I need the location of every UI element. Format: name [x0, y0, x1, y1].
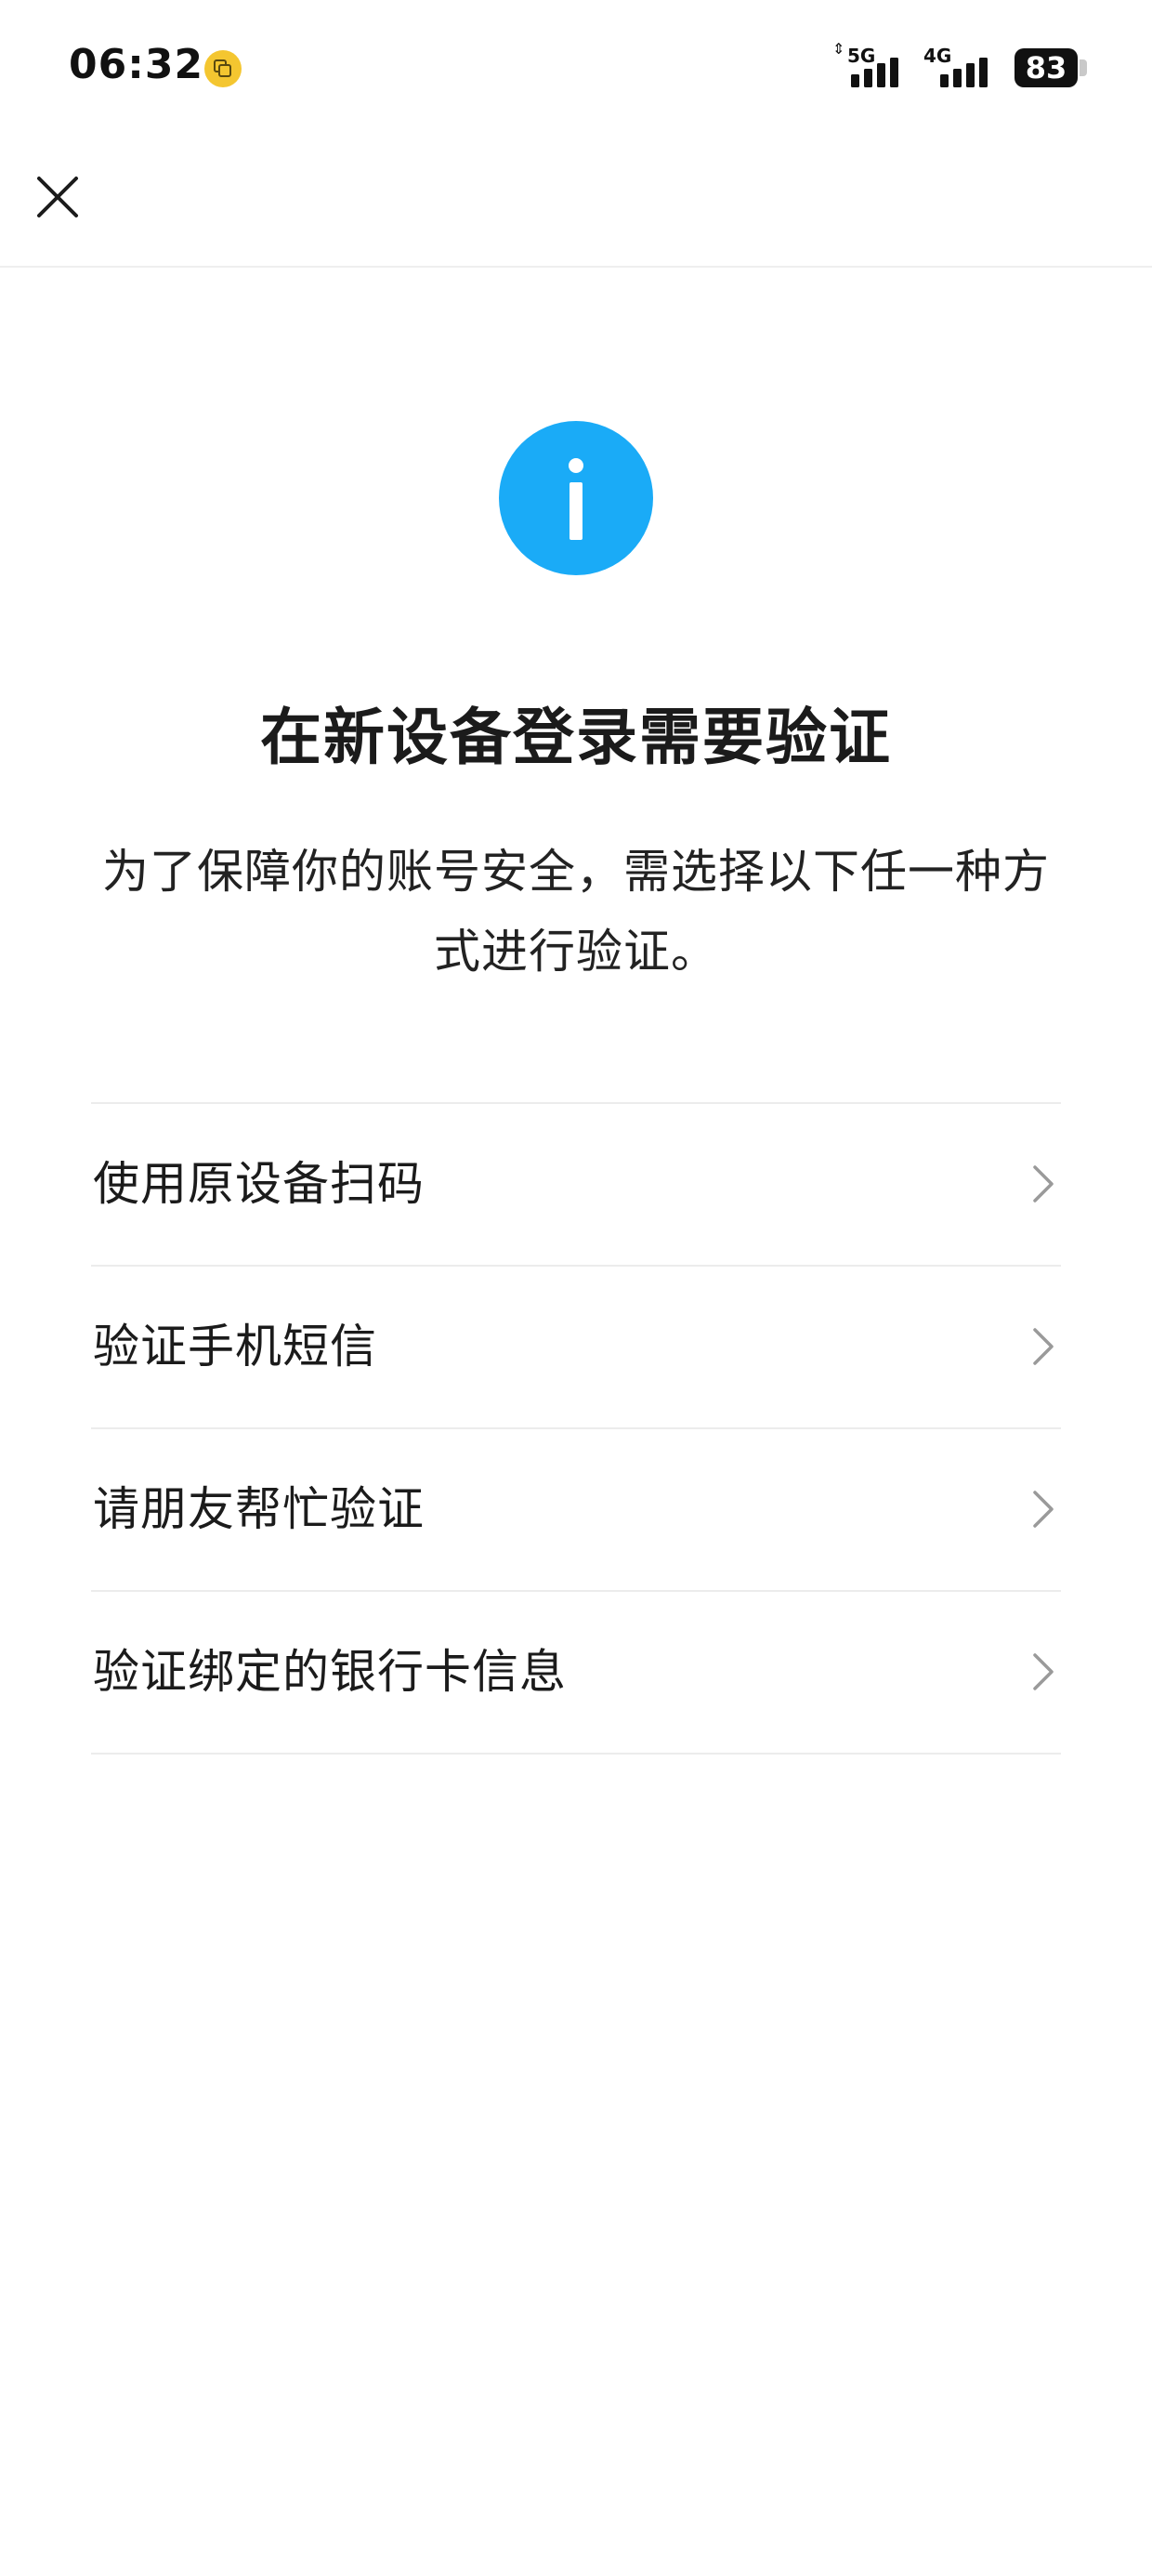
signal-bars-icon: [940, 58, 988, 87]
close-button[interactable]: [33, 173, 82, 221]
option-label: 验证手机短信: [93, 1320, 377, 1373]
nav-bar: [0, 139, 1152, 268]
battery-indicator: 83: [1015, 48, 1087, 87]
chevron-right-icon: [1033, 1328, 1054, 1365]
battery-level: 83: [1015, 48, 1078, 87]
option-verify-bank-card[interactable]: 验证绑定的银行卡信息: [91, 1592, 1061, 1755]
option-label: 验证绑定的银行卡信息: [93, 1645, 567, 1699]
verification-options: 使用原设备扫码 验证手机短信 请朋友帮忙验证 验证绑定的银行卡信息: [91, 1102, 1061, 1755]
chevron-right-icon: [1033, 1653, 1054, 1690]
status-bar: 06:32 ⇕ 5G 4G 83: [0, 0, 1152, 139]
option-label: 使用原设备扫码: [93, 1157, 425, 1211]
page-title: 在新设备登录需要验证: [260, 702, 892, 773]
battery-cap: [1080, 59, 1087, 76]
data-arrows-icon: ⇕: [832, 40, 845, 58]
status-time: 06:32: [69, 41, 204, 88]
option-verify-sms[interactable]: 验证手机短信: [91, 1267, 1061, 1429]
status-indicators: ⇕ 5G 4G 83: [816, 40, 1087, 91]
info-icon: [499, 421, 653, 575]
chevron-right-icon: [1033, 1165, 1054, 1203]
signal-5g: ⇕ 5G: [832, 40, 905, 91]
option-scan-with-original-device[interactable]: 使用原设备扫码: [91, 1104, 1061, 1267]
option-label: 请朋友帮忙验证: [93, 1482, 425, 1536]
option-ask-friend[interactable]: 请朋友帮忙验证: [91, 1429, 1061, 1592]
page-description: 为了保障你的账号安全，需选择以下任一种方式进行验证。: [102, 845, 1050, 979]
chevron-right-icon: [1033, 1491, 1054, 1528]
close-icon: [37, 177, 78, 217]
copy-icon: [204, 50, 242, 87]
signal-bars-icon: [851, 58, 898, 87]
signal-4g: 4G: [922, 45, 994, 91]
